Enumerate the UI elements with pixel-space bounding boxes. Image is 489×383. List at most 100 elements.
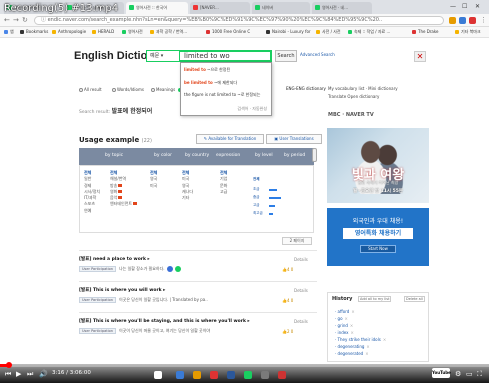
level-label[interactable]: 중급 — [253, 195, 259, 200]
play-icon[interactable] — [166, 266, 173, 272]
translate-link[interactable]: Translate Open dictionary — [328, 94, 379, 99]
remove-icon[interactable]: × — [350, 323, 353, 328]
settings-gear-icon[interactable]: ⚙ — [455, 370, 461, 378]
volume-icon[interactable]: 🔊 — [39, 370, 48, 378]
video-progress-track[interactable] — [0, 364, 489, 367]
history-item[interactable]: · index × — [335, 330, 354, 335]
details-link[interactable]: Details — [294, 319, 308, 324]
example-sentence[interactable]: [발표] This is where you'll be staying, an… — [79, 318, 250, 324]
history-item[interactable]: · afford × — [335, 309, 355, 314]
bookmark-item[interactable]: 과학 공학 / 번역... — [150, 29, 187, 35]
filter-tab-topic[interactable]: by topic — [105, 153, 123, 158]
forward-icon[interactable]: → — [13, 16, 19, 24]
speaker-icon[interactable]: ▸ — [247, 319, 249, 324]
filter-option[interactable]: 연예 — [84, 208, 116, 214]
bookmark-item[interactable]: HERALD — [92, 29, 114, 34]
example-sentence[interactable]: [발표] need a place to work ▸ — [79, 256, 150, 262]
add-icon[interactable] — [174, 266, 181, 272]
extension-icon[interactable] — [459, 17, 466, 24]
bookmark-other[interactable]: 기타 북마크 — [455, 29, 481, 35]
bookmark-item[interactable]: The Drake — [412, 29, 439, 34]
taskbar-app-icon[interactable] — [244, 371, 252, 379]
filter-option[interactable]: 엔터테인먼트 — [110, 201, 142, 207]
like-count[interactable]: 👍2 0 — [282, 329, 293, 334]
speaker-icon[interactable]: ▸ — [147, 257, 149, 262]
history-item[interactable]: · grind × — [335, 323, 353, 328]
video-scrubber-handle[interactable] — [5, 362, 12, 368]
filter-tab-period[interactable]: by period — [284, 153, 305, 158]
filter-tab-country[interactable]: by country — [185, 153, 209, 158]
pagination-button[interactable]: 2 페이지 — [282, 237, 312, 245]
browser-tab[interactable]: 영어사전 · 네... — [312, 2, 372, 14]
scroll-handle[interactable] — [312, 148, 317, 162]
fullscreen-icon[interactable]: ⛶ — [477, 370, 482, 379]
browser-tab-active[interactable]: 영어사전 :: 한국어 — [126, 2, 188, 14]
filter-all-results[interactable]: All result — [79, 87, 102, 92]
available-for-translation-button[interactable]: ✎ Available for Translation — [196, 134, 264, 144]
previous-icon[interactable]: ⏮ — [5, 370, 11, 379]
remove-icon[interactable]: × — [365, 351, 368, 356]
remove-icon[interactable]: × — [351, 309, 354, 314]
url-input[interactable]: ⓘ endic.naver.com/search_example.nhn?sLn… — [34, 16, 444, 25]
filter-option[interactable]: 고급 — [220, 189, 252, 195]
youtube-logo[interactable]: YouTube — [432, 368, 451, 378]
filter-tab-level[interactable]: by level — [255, 153, 273, 158]
back-icon[interactable]: ← — [4, 16, 10, 24]
taskbar-app-icon[interactable] — [227, 371, 235, 379]
bookmark-item[interactable]: 1000 Free Online C — [206, 29, 250, 34]
autocomplete-footer[interactable]: 검색어 · 자동완성 — [237, 106, 267, 112]
taskbar-app-icon[interactable] — [261, 371, 269, 379]
remove-icon[interactable]: × — [351, 330, 354, 335]
eng-eng-dictionary-link[interactable]: ENG-ENG dictionary — [286, 86, 326, 91]
user-translations-button[interactable]: ▣ User Translations — [266, 134, 322, 144]
filter-words-idioms[interactable]: Words/Idioms — [112, 87, 144, 92]
close-window-icon[interactable]: ✕ — [475, 3, 480, 10]
bookmark-item[interactable]: Bookmarks — [20, 29, 48, 34]
bookmark-item[interactable]: 영어사전 — [122, 29, 143, 35]
autocomplete-item[interactable]: be limited to ~에 제한되다 — [184, 80, 237, 86]
start-now-button[interactable]: Start Now — [360, 245, 396, 253]
level-label[interactable]: 초급 — [253, 187, 259, 192]
history-item[interactable]: · go × — [335, 316, 348, 321]
advanced-search-link[interactable]: Advanced Search — [300, 52, 335, 57]
delete-all-button[interactable]: Delete all — [404, 296, 425, 302]
remove-icon[interactable]: × — [366, 344, 369, 349]
maximize-icon[interactable]: ☐ — [462, 3, 467, 10]
taskbar-app-icon[interactable] — [278, 371, 286, 379]
autocomplete-item[interactable]: the figure is not limited to ~로 한정되는 — [184, 92, 260, 98]
filter-option[interactable]: 미국 — [150, 183, 182, 189]
history-item[interactable]: · degenerating × — [335, 344, 370, 349]
filter-option[interactable]: 기타 — [182, 195, 214, 201]
search-button[interactable]: Search — [275, 50, 297, 62]
remove-icon[interactable]: × — [345, 316, 348, 321]
details-link[interactable]: Details — [294, 257, 308, 262]
minimize-icon[interactable]: — — [450, 3, 456, 10]
history-item[interactable]: · They strike their idols × — [335, 337, 386, 342]
vocabulary-list-link[interactable]: My vocabulary list · Mini dictionary — [328, 86, 398, 91]
browser-tab[interactable]: 네이버 — [252, 2, 310, 14]
filter-tab-expression[interactable]: expression — [216, 153, 240, 158]
autocomplete-item[interactable]: limited to ~으로 한정된 — [184, 67, 230, 73]
remove-icon[interactable]: × — [383, 337, 386, 342]
bookmark-item[interactable]: 숙제 :: 작업 / 자료 ... — [348, 29, 390, 35]
like-count[interactable]: 👍4 0 — [282, 298, 293, 303]
bookmark-item[interactable]: Anthropologie — [52, 29, 86, 34]
history-item[interactable]: · degenerated × — [335, 351, 369, 356]
close-icon[interactable]: ✕ — [414, 51, 426, 62]
next-icon[interactable]: ⏭ — [27, 370, 33, 379]
drama-ad-banner[interactable]: 빛과 여왕 절망 속에서 피어난 희망 월~금요일 밤 11시 55분 — [327, 128, 429, 203]
bookmark-item[interactable]: Nairobi - Luxury for — [266, 29, 311, 34]
speaker-icon[interactable]: ▸ — [163, 288, 165, 293]
taskbar-chrome-icon[interactable] — [210, 371, 218, 379]
details-link[interactable]: Details — [294, 288, 308, 293]
filter-tab-color[interactable]: by color — [154, 153, 172, 158]
extension-icon[interactable] — [469, 17, 476, 24]
bookmark-apps[interactable]: 앱 — [4, 29, 14, 35]
level-label[interactable]: 최고급 — [253, 211, 263, 216]
add-all-to-list-button[interactable]: Add all to my list — [358, 296, 392, 302]
bookmark-item[interactable]: 사전 / 사전 — [316, 29, 341, 35]
taskbar-app-icon[interactable] — [176, 371, 184, 379]
menu-icon[interactable]: ⋮ — [480, 16, 487, 24]
level-label[interactable]: 고급 — [253, 203, 259, 208]
theater-mode-icon[interactable]: ▭ — [466, 370, 473, 378]
